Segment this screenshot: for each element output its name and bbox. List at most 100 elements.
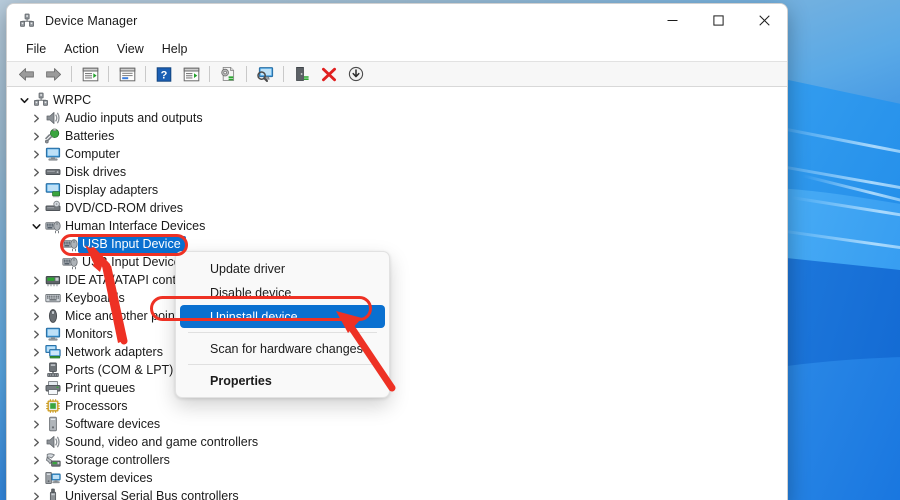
system-device-icon: [44, 470, 62, 486]
chevron-right-icon[interactable]: [29, 438, 44, 447]
tree-row[interactable]: Batteries: [7, 127, 787, 145]
maximize-button[interactable]: [695, 4, 741, 37]
enable-device-icon[interactable]: [289, 63, 315, 85]
menu-file[interactable]: File: [17, 40, 55, 58]
chevron-right-icon[interactable]: [29, 132, 44, 141]
chevron-right-icon[interactable]: [29, 150, 44, 159]
properties-icon[interactable]: [114, 63, 140, 85]
svg-text:?: ?: [161, 69, 168, 81]
tree-row[interactable]: Network adapters: [7, 343, 787, 361]
printer-icon: [44, 380, 62, 396]
tree-row[interactable]: Human Interface Devices: [7, 217, 787, 235]
tree-item-label: Display adapters: [65, 183, 159, 197]
tree-item-label: Storage controllers: [65, 453, 170, 467]
speaker-icon: [44, 434, 62, 450]
tree-row[interactable]: Processors: [7, 397, 787, 415]
chevron-right-icon[interactable]: [29, 114, 44, 123]
tree-row[interactable]: Print queues: [7, 379, 787, 397]
tree-item-label: USB Input Device: [82, 255, 181, 269]
tree-row[interactable]: System devices: [7, 469, 787, 487]
context-menu-item-properties[interactable]: Properties: [180, 369, 385, 392]
menu-action[interactable]: Action: [55, 40, 108, 58]
chevron-right-icon[interactable]: [29, 384, 44, 393]
chevron-right-icon[interactable]: [29, 366, 44, 375]
tree-item-label: Universal Serial Bus controllers: [65, 489, 239, 500]
toolbar: ?: [7, 61, 787, 87]
menu-view[interactable]: View: [108, 40, 153, 58]
tree-root-row[interactable]: WRPC: [7, 91, 787, 109]
disable-device-icon[interactable]: [343, 63, 369, 85]
tree-item-label: Monitors: [65, 327, 113, 341]
device-tree[interactable]: WRPC Audio inputs and outputs Batteries Com…: [7, 87, 787, 500]
hid-icon: [61, 236, 79, 252]
tree-row[interactable]: IDE ATA/ATAPI controllers: [7, 271, 787, 289]
tree-row[interactable]: Universal Serial Bus controllers: [7, 487, 787, 500]
chevron-right-icon[interactable]: [29, 330, 44, 339]
tree-row[interactable]: Ports (COM & LPT): [7, 361, 787, 379]
tree-item-label: Human Interface Devices: [65, 219, 206, 233]
context-menu-item-uninstall-device[interactable]: Uninstall device: [180, 305, 385, 328]
separator-2: [108, 66, 109, 82]
tree-item-label: USB Input Device: [78, 235, 186, 253]
tree-row[interactable]: USB Input Device: [7, 235, 787, 253]
context-menu-item-disable-device[interactable]: Disable device: [180, 281, 385, 304]
chevron-right-icon[interactable]: [29, 456, 44, 465]
tree-item-label: Network adapters: [65, 345, 163, 359]
context-menu-separator: [188, 332, 377, 333]
minimize-button[interactable]: [649, 4, 695, 37]
tree-item-label: Sound, video and game controllers: [65, 435, 259, 449]
tree-row[interactable]: Keyboards: [7, 289, 787, 307]
context-menu[interactable]: Update driver Disable device Uninstall dev…: [175, 251, 390, 398]
processor-icon: [44, 398, 62, 414]
tree-row[interactable]: Computer: [7, 145, 787, 163]
tree-row[interactable]: USB Input Device: [7, 253, 787, 271]
chevron-down-icon[interactable]: [17, 96, 32, 105]
network-adapter-icon: [44, 344, 62, 360]
chevron-right-icon[interactable]: [29, 186, 44, 195]
tree-item-label: Computer: [65, 147, 120, 161]
context-menu-item-update-driver[interactable]: Update driver: [180, 257, 385, 280]
close-button[interactable]: [741, 4, 787, 37]
uninstall-device-icon[interactable]: [316, 63, 342, 85]
tree-row[interactable]: Display adapters: [7, 181, 787, 199]
back-icon[interactable]: [13, 63, 39, 85]
chevron-right-icon[interactable]: [29, 276, 44, 285]
chevron-right-icon[interactable]: [29, 312, 44, 321]
menu-bar: File Action View Help: [7, 37, 787, 61]
separator-6: [283, 66, 284, 82]
chevron-right-icon[interactable]: [29, 492, 44, 500]
view-icon[interactable]: [178, 63, 204, 85]
tree-item-label: Disk drives: [65, 165, 127, 179]
chevron-right-icon[interactable]: [29, 474, 44, 483]
context-menu-item-scan-for-hardware-changes[interactable]: Scan for hardware changes: [180, 337, 385, 360]
tree-row[interactable]: Sound, video and game controllers: [7, 433, 787, 451]
chevron-right-icon[interactable]: [29, 204, 44, 213]
tree-row[interactable]: Audio inputs and outputs: [7, 109, 787, 127]
forward-icon[interactable]: [40, 63, 66, 85]
chevron-down-icon[interactable]: [29, 222, 44, 231]
tree-row[interactable]: Monitors: [7, 325, 787, 343]
tree-row[interactable]: Software devices: [7, 415, 787, 433]
menu-help[interactable]: Help: [153, 40, 197, 58]
tree-row[interactable]: Mice and other pointing devices: [7, 307, 787, 325]
tree-row[interactable]: Disk drives: [7, 163, 787, 181]
separator-3: [145, 66, 146, 82]
tree-row[interactable]: DVD/CD-ROM drives: [7, 199, 787, 217]
tree-item-label: Print queues: [65, 381, 136, 395]
chevron-right-icon[interactable]: [29, 168, 44, 177]
chevron-right-icon[interactable]: [29, 402, 44, 411]
tree-item-label: System devices: [65, 471, 153, 485]
tree-item-label: Batteries: [65, 129, 115, 143]
chevron-right-icon[interactable]: [29, 420, 44, 429]
chevron-right-icon[interactable]: [29, 294, 44, 303]
title-bar: Device Manager: [7, 4, 787, 37]
chevron-right-icon[interactable]: [29, 348, 44, 357]
scan-for-hardware-changes-icon[interactable]: [252, 63, 278, 85]
speaker-icon: [44, 110, 62, 126]
help-icon[interactable]: ?: [151, 63, 177, 85]
separator-1: [71, 66, 72, 82]
tree-row[interactable]: Storage controllers: [7, 451, 787, 469]
update-driver-icon[interactable]: [215, 63, 241, 85]
device-manager-icon: [19, 13, 35, 29]
show-hide-console-tree-icon[interactable]: [77, 63, 103, 85]
